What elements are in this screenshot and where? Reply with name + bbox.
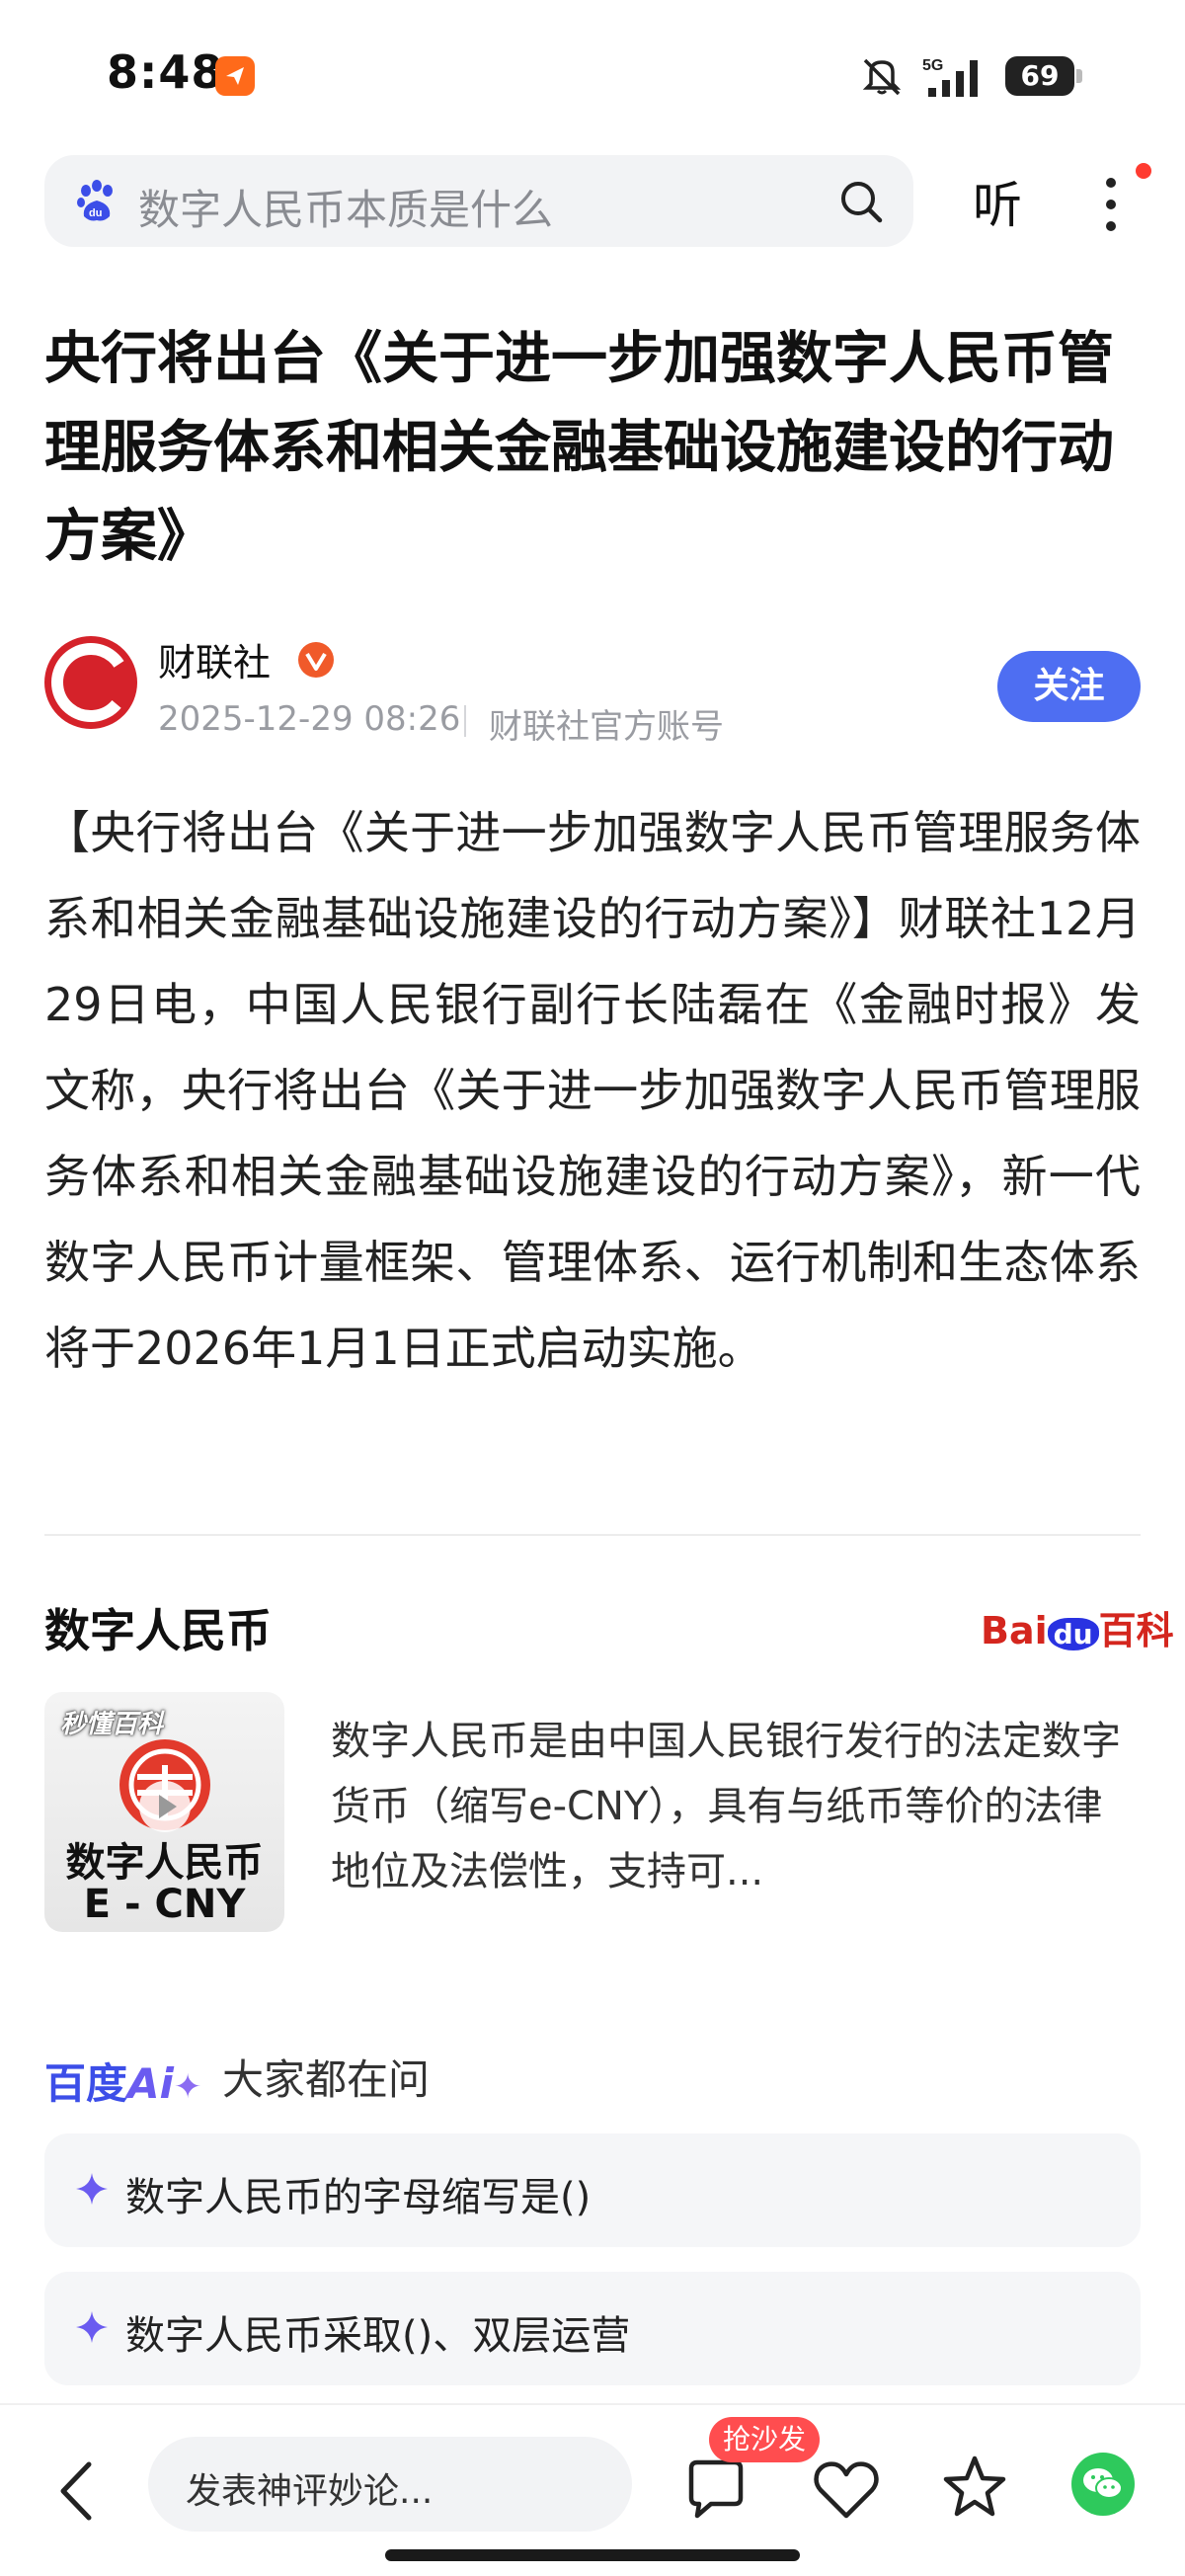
- question-text: 数字人民币采取()、双层运营: [125, 2313, 631, 2359]
- avatar[interactable]: [44, 636, 137, 729]
- comment-placeholder: 发表神评妙论...: [186, 2471, 434, 2512]
- baike-logo-text: 百科: [1098, 1609, 1174, 1652]
- wechat-icon[interactable]: [1071, 2453, 1135, 2516]
- comment-icon[interactable]: [681, 2455, 750, 2524]
- ai-logo-ai: Ai: [127, 2059, 174, 2108]
- author-name[interactable]: 财联社: [158, 632, 271, 686]
- search-input[interactable]: 数字人民币本质是什么: [138, 177, 553, 237]
- sparkle-icon: [76, 2173, 108, 2205]
- bottom-bar: 发表神评妙论... 抢沙发: [0, 2403, 1185, 2576]
- ai-logo-baidu: 百度: [44, 2059, 128, 2108]
- avatar-logo-icon: [51, 643, 130, 722]
- baike-logo-bai: Bai: [981, 1609, 1048, 1652]
- baidu-paw-icon: du: [77, 180, 113, 221]
- status-icons: 5G 69: [859, 51, 1082, 101]
- search-icon[interactable]: [836, 177, 886, 226]
- more-icon[interactable]: [1086, 170, 1136, 239]
- comment-input[interactable]: 发表神评妙论...: [148, 2437, 632, 2532]
- battery-icon: 69: [1005, 56, 1082, 96]
- app-notification-icon: [215, 56, 255, 96]
- sparkle-icon: [76, 2311, 108, 2343]
- signal-icon: 5G: [922, 57, 978, 97]
- baidu-ai-logo: 百度Ai✦: [44, 2051, 202, 2108]
- play-icon[interactable]: [139, 1781, 191, 1832]
- article-title: 央行将出台《关于进一步加强数字人民币管理服务体系和相关金融基础设施建设的行动方案…: [44, 326, 1114, 569]
- home-indicator: [385, 2549, 800, 2561]
- baike-logo-du: du: [1047, 1618, 1099, 1650]
- thumb-subtitle: E - CNY: [83, 1882, 246, 1927]
- notification-dot: [1136, 163, 1151, 179]
- post-time: 2025-12-29 08:26: [158, 699, 461, 739]
- article-body: 【央行将出台《关于进一步加强数字人民币管理服务体系和相关金融基础设施建设的行动方…: [44, 806, 1141, 1375]
- search-bar[interactable]: du 数字人民币本质是什么: [44, 155, 913, 247]
- meta-divider: [464, 705, 466, 737]
- sofa-badge: 抢沙发: [709, 2417, 821, 2462]
- status-bar: 8:48 5G 69: [0, 0, 1185, 148]
- svg-text:du: du: [89, 207, 102, 219]
- like-icon[interactable]: [812, 2456, 881, 2522]
- follow-button[interactable]: 关注: [997, 651, 1141, 722]
- back-icon[interactable]: [49, 2456, 109, 2526]
- account-type: 财联社官方账号: [489, 707, 724, 747]
- baike-video-thumbnail[interactable]: 秒懂百科 数字人民币 E - CNY: [44, 1692, 284, 1932]
- baike-title[interactable]: 数字人民币: [44, 1595, 272, 1660]
- mute-icon: [862, 58, 902, 96]
- ai-subtitle: 大家都在问: [222, 2055, 431, 2104]
- network-label: 5G: [922, 57, 943, 74]
- page: 8:48 5G 69 du 数字人民币本质是什么 听 央行将出台《关于进一步加强…: [0, 0, 1185, 2576]
- baike-logo: Bai du 百科: [981, 1600, 1174, 1654]
- section-divider: [44, 1534, 1141, 1536]
- verified-icon: [298, 642, 334, 678]
- baike-description[interactable]: 数字人民币是由中国人民银行发行的法定数字货币（缩写e-CNY），具有与纸币等价的…: [331, 1709, 1141, 1904]
- sparkle-icon: ✦: [173, 2067, 202, 2107]
- question-item[interactable]: 数字人民币的字母缩写是(): [44, 2133, 1141, 2247]
- status-time: 8:48: [107, 45, 224, 99]
- listen-button[interactable]: 听: [973, 166, 1022, 237]
- thumb-title: 数字人民币: [65, 1840, 264, 1886]
- question-text: 数字人民币的字母缩写是(): [125, 2175, 592, 2220]
- favorite-star-icon[interactable]: [940, 2453, 1009, 2522]
- question-item[interactable]: 数字人民币采取()、双层运营: [44, 2272, 1141, 2385]
